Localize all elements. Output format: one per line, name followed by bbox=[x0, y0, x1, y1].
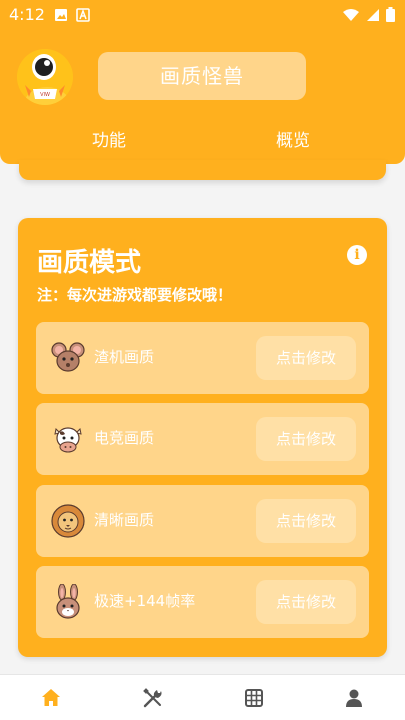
duck-mascot-icon: VIW bbox=[17, 49, 73, 105]
avatar-badge-text: VIW bbox=[40, 92, 50, 98]
card-note: 注：每次进游戏都要修改哦！ bbox=[37, 286, 233, 304]
battery-icon bbox=[386, 7, 395, 22]
tools-icon[interactable] bbox=[142, 687, 164, 709]
quality-mode-card: 画质模式 i 注：每次进游戏都要修改哦！ 渣机画质 点击修改 电竞画质 点击修改… bbox=[18, 218, 387, 657]
wifi-icon bbox=[343, 8, 359, 21]
home-icon[interactable] bbox=[40, 687, 62, 709]
signal-icon bbox=[367, 8, 379, 21]
modify-button[interactable]: 点击修改 bbox=[256, 336, 356, 380]
image-icon bbox=[55, 9, 67, 21]
person-icon[interactable] bbox=[343, 687, 365, 709]
mode-row-low: 渣机画质 点击修改 bbox=[36, 322, 369, 394]
tab-functions[interactable]: 功能 bbox=[92, 126, 126, 151]
mode-label: 极速+144帧率 bbox=[94, 592, 196, 610]
tab-overview[interactable]: 概览 bbox=[276, 126, 310, 151]
rabbit-icon bbox=[56, 584, 80, 619]
bottom-nav bbox=[0, 674, 405, 720]
mode-row-clear: 清晰画质 点击修改 bbox=[36, 485, 369, 557]
info-icon[interactable]: i bbox=[347, 245, 367, 265]
status-time: 4:12 bbox=[9, 5, 45, 24]
header-bottom-edge bbox=[19, 160, 386, 180]
modify-button[interactable]: 点击修改 bbox=[256, 580, 356, 624]
modify-button[interactable]: 点击修改 bbox=[256, 417, 356, 461]
status-left-icons bbox=[54, 8, 90, 22]
avatar[interactable]: VIW bbox=[17, 49, 73, 105]
mode-row-speed: 极速+144帧率 点击修改 bbox=[36, 566, 369, 638]
mode-label: 电竞画质 bbox=[94, 429, 155, 447]
modify-button[interactable]: 点击修改 bbox=[256, 499, 356, 543]
grid-icon[interactable] bbox=[243, 687, 265, 709]
card-title: 画质模式 bbox=[37, 248, 142, 278]
mode-label: 清晰画质 bbox=[94, 511, 155, 529]
mouse-icon bbox=[51, 342, 85, 372]
lion-icon bbox=[51, 504, 85, 538]
a-icon bbox=[76, 8, 90, 22]
status-right-icons bbox=[342, 7, 395, 22]
mode-label: 渣机画质 bbox=[94, 348, 155, 366]
cow-icon bbox=[54, 427, 82, 453]
status-bar: 4:12 bbox=[0, 0, 405, 30]
mode-row-esports: 电竞画质 点击修改 bbox=[36, 403, 369, 475]
app-title-button[interactable]: 画质怪兽 bbox=[98, 52, 306, 100]
